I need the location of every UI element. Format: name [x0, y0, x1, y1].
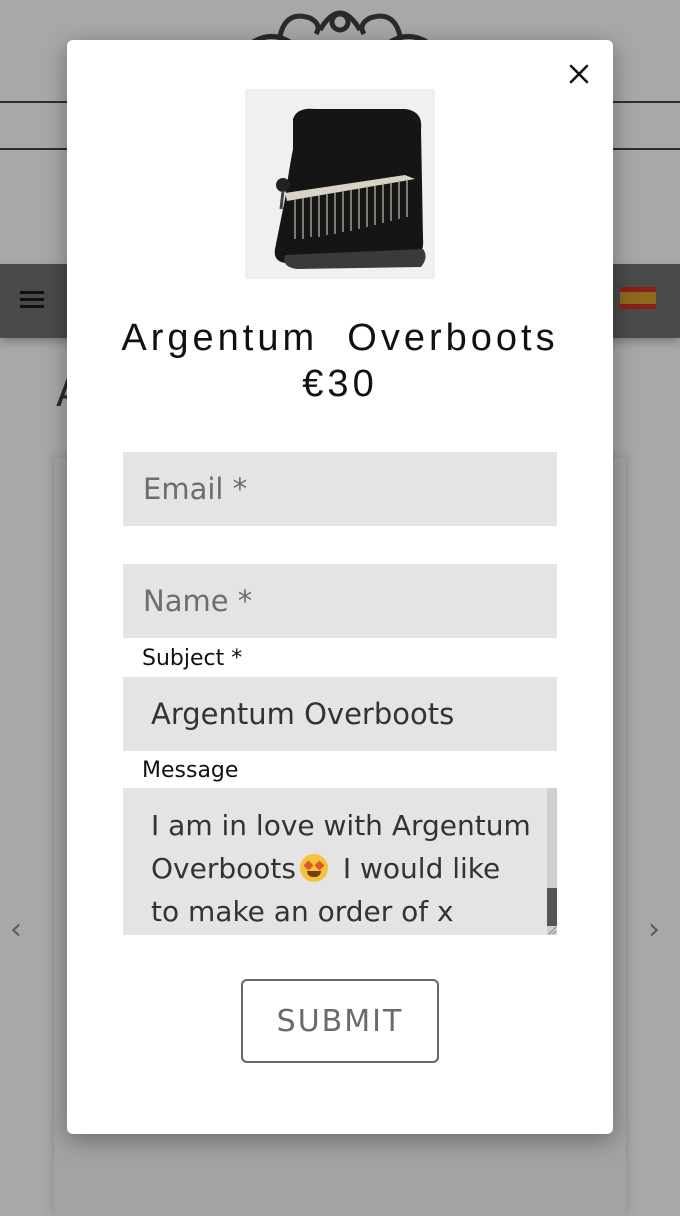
- prev-arrow-icon[interactable]: ‹: [10, 912, 22, 947]
- name-field[interactable]: [123, 564, 557, 638]
- email-field[interactable]: [123, 452, 557, 526]
- product-title: Argentum Overboots €30: [67, 315, 613, 407]
- product-price: €30: [302, 363, 378, 405]
- close-icon[interactable]: [567, 62, 591, 86]
- scrollbar-thumb[interactable]: [547, 888, 557, 926]
- logo-ornament: [250, 10, 430, 44]
- message-label: Message: [142, 758, 239, 783]
- spain-flag-icon[interactable]: [620, 287, 656, 309]
- submit-button[interactable]: SUBMIT: [241, 979, 439, 1063]
- subject-field[interactable]: [123, 677, 557, 751]
- star-struck-emoji-icon: [299, 854, 328, 882]
- product-image: [245, 89, 435, 279]
- contact-modal: Argentum Overboots €30 Subject * Message…: [67, 40, 613, 1134]
- resize-handle-icon[interactable]: [547, 926, 557, 935]
- hamburger-menu-icon[interactable]: [20, 291, 44, 309]
- product-name: Argentum Overboots: [121, 317, 559, 359]
- next-arrow-icon[interactable]: ›: [648, 912, 660, 947]
- subject-label: Subject *: [142, 646, 243, 671]
- message-content: I am in love with Argentum Overboots I w…: [151, 804, 531, 933]
- message-textarea[interactable]: I am in love with Argentum Overboots I w…: [123, 788, 557, 935]
